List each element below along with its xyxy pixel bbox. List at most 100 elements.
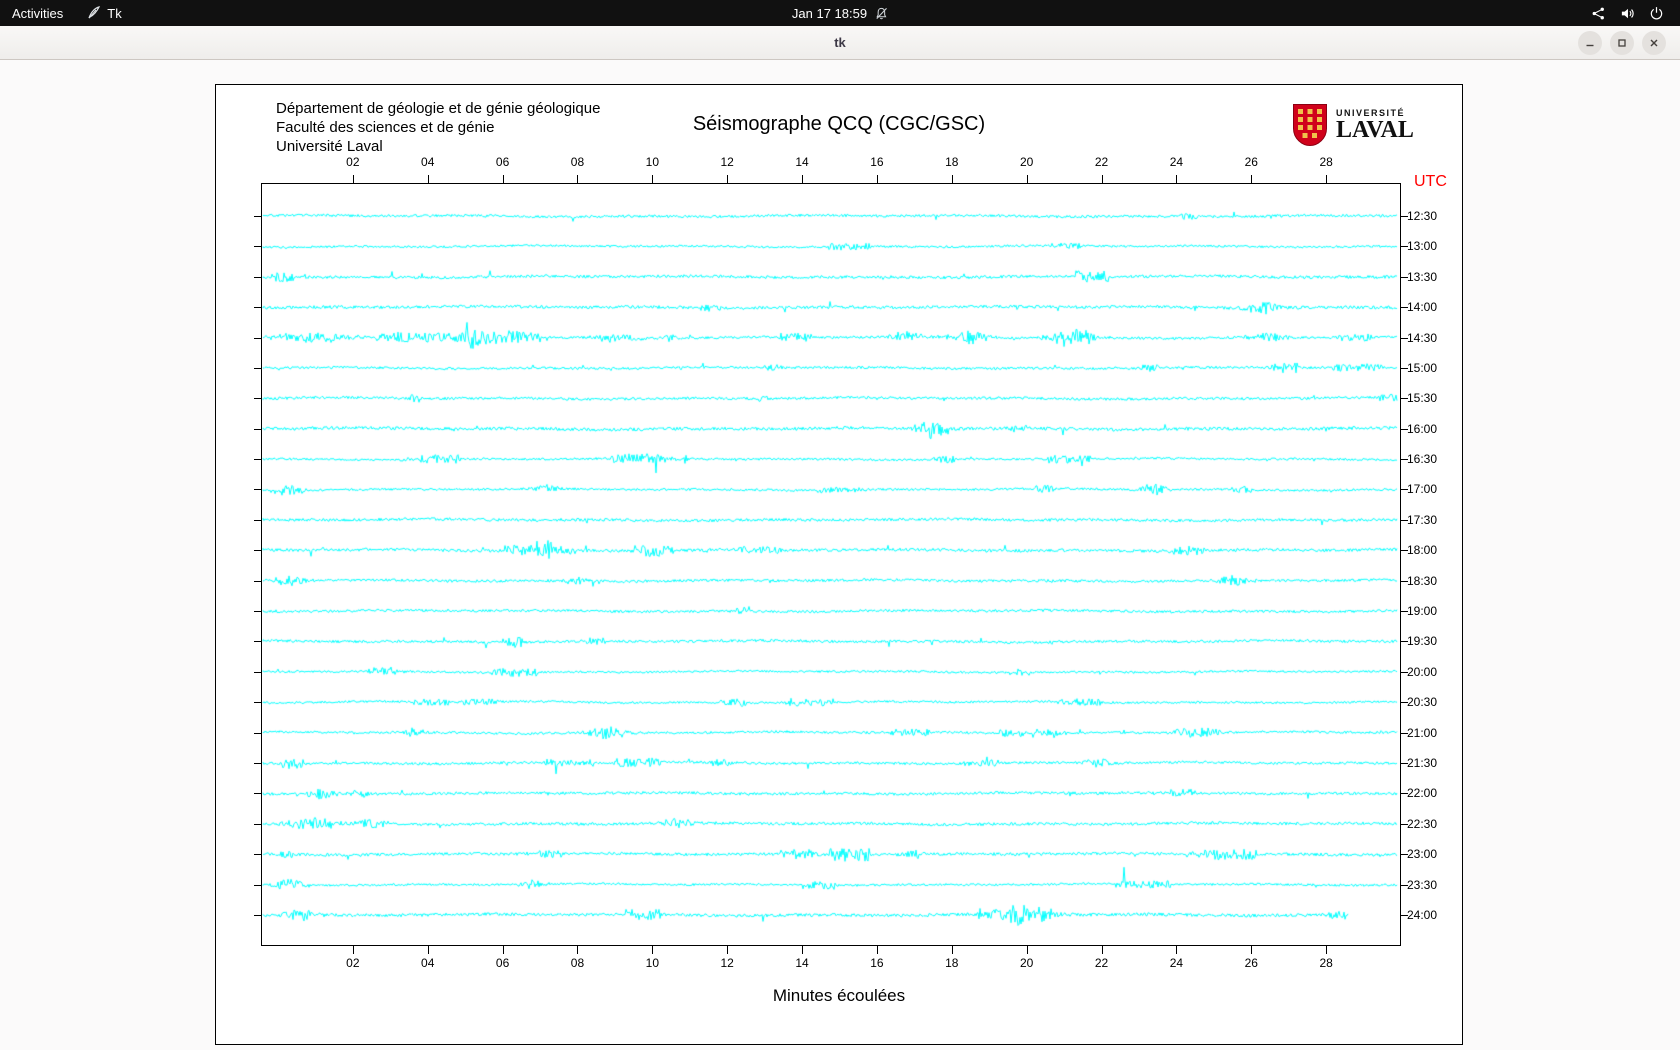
utc-axis-label: UTC bbox=[1414, 173, 1447, 190]
trace-tick-right bbox=[1401, 367, 1408, 369]
utc-time-label: 13:00 bbox=[1407, 239, 1438, 254]
trace-tick-right bbox=[1401, 762, 1408, 764]
focused-app-menu[interactable]: Tk bbox=[75, 0, 133, 26]
x-axis-tick-label-top: 26 bbox=[1244, 155, 1258, 169]
x-axis-tick-label-bottom: 18 bbox=[945, 956, 959, 970]
clock-label: Jan 17 18:59 bbox=[791, 5, 868, 21]
utc-time-label: 16:00 bbox=[1407, 421, 1438, 436]
x-axis-tick-top bbox=[876, 175, 878, 183]
utc-time-label: 17:30 bbox=[1407, 512, 1438, 527]
x-axis-tick-label-bottom: 06 bbox=[495, 956, 510, 970]
trace-tick-left bbox=[254, 519, 261, 521]
activities-button[interactable]: Activities bbox=[0, 0, 75, 26]
x-axis-tick-top bbox=[727, 175, 729, 183]
trace-tick-right bbox=[1401, 337, 1408, 339]
x-axis-tick-top bbox=[577, 175, 579, 183]
utc-time-label: 14:00 bbox=[1407, 300, 1438, 315]
trace-tick-left bbox=[254, 762, 261, 764]
x-axis-tick-label-bottom: 28 bbox=[1319, 956, 1333, 970]
utc-time-label: 20:30 bbox=[1407, 695, 1438, 710]
utc-time-label: 22:00 bbox=[1407, 786, 1438, 801]
x-axis-title: Minutes écoulées bbox=[772, 986, 906, 1005]
window-title: tk bbox=[834, 35, 846, 50]
x-axis-tick-top bbox=[1251, 175, 1253, 183]
x-axis-tick-bottom bbox=[502, 946, 504, 954]
close-button[interactable] bbox=[1642, 31, 1666, 55]
utc-time-label: 21:00 bbox=[1407, 725, 1438, 740]
trace-tick-right bbox=[1401, 216, 1408, 217]
x-axis-tick-label-top: 02 bbox=[346, 155, 360, 169]
x-axis-tick-label-top: 06 bbox=[495, 155, 510, 169]
utc-time-label: 17:00 bbox=[1407, 482, 1438, 497]
x-axis-tick-bottom bbox=[1251, 946, 1253, 954]
trace-tick-right bbox=[1401, 307, 1408, 309]
x-axis-tick-label-top: 18 bbox=[945, 155, 959, 169]
x-axis-tick-bottom bbox=[876, 946, 878, 954]
trace-tick-left bbox=[254, 914, 261, 916]
trace-tick-right bbox=[1401, 459, 1408, 461]
utc-time-label: 23:00 bbox=[1407, 847, 1438, 862]
trace-tick-left bbox=[254, 580, 261, 582]
x-axis-tick-label-top: 28 bbox=[1319, 155, 1333, 169]
x-axis-tick-label-top: 08 bbox=[570, 155, 585, 169]
laval-shield-icon bbox=[1293, 104, 1327, 147]
x-axis-tick-top bbox=[652, 175, 654, 183]
trace-tick-right bbox=[1401, 428, 1408, 430]
trace-tick-right bbox=[1401, 823, 1408, 825]
utc-time-label: 19:30 bbox=[1407, 634, 1438, 649]
trace-tick-left bbox=[254, 307, 261, 309]
x-axis-tick-label-top: 04 bbox=[421, 155, 435, 169]
trace-tick-left bbox=[254, 823, 261, 825]
x-axis-tick-top bbox=[502, 175, 504, 183]
laval-wordmark-bottom: LAVAL bbox=[1336, 117, 1414, 143]
x-axis-tick-bottom bbox=[951, 946, 953, 954]
x-axis-tick-bottom bbox=[1326, 946, 1328, 954]
x-axis-tick-top bbox=[352, 175, 354, 183]
volume-icon bbox=[1620, 6, 1635, 21]
maximize-icon bbox=[1618, 39, 1626, 47]
trace-tick-right bbox=[1401, 519, 1408, 521]
x-axis-tick-label-top: 20 bbox=[1019, 155, 1034, 169]
x-axis-tick-label-top: 22 bbox=[1094, 155, 1109, 169]
trace-tick-left bbox=[254, 702, 261, 704]
x-axis-tick-bottom bbox=[652, 946, 654, 954]
power-icon bbox=[1649, 6, 1664, 21]
minimize-button[interactable] bbox=[1578, 31, 1602, 55]
system-status-area[interactable] bbox=[1581, 0, 1674, 26]
utc-time-label: 18:30 bbox=[1407, 573, 1438, 588]
utc-time-label: 15:00 bbox=[1407, 360, 1438, 375]
trace-tick-right bbox=[1401, 732, 1408, 734]
trace-tick-left bbox=[254, 398, 261, 400]
helicorder-traces bbox=[261, 183, 1401, 946]
utc-time-label: 16:30 bbox=[1407, 452, 1438, 467]
x-axis-tick-bottom bbox=[577, 946, 579, 954]
trace-tick-left bbox=[254, 428, 261, 430]
trace-tick-right bbox=[1401, 489, 1408, 491]
utc-time-label: 15:30 bbox=[1407, 391, 1438, 406]
close-icon bbox=[1650, 39, 1658, 47]
x-axis-tick-label-bottom: 02 bbox=[346, 956, 360, 970]
trace-tick-right bbox=[1401, 793, 1408, 795]
x-axis-tick-label-top: 24 bbox=[1169, 155, 1184, 169]
x-axis-tick-bottom bbox=[352, 946, 354, 954]
utc-time-label: 13:30 bbox=[1407, 269, 1438, 284]
x-axis-tick-top bbox=[951, 175, 953, 183]
x-axis-tick-bottom bbox=[1176, 946, 1178, 954]
clock-menu[interactable]: Jan 17 18:59 bbox=[792, 0, 888, 26]
window-titlebar[interactable]: tk bbox=[0, 26, 1680, 60]
utc-time-label: 14:30 bbox=[1407, 330, 1438, 345]
trace-tick-left bbox=[254, 884, 261, 886]
gnome-top-bar: Activities Tk Jan 17 18:59 bbox=[0, 0, 1680, 26]
x-axis-tick-top bbox=[1326, 175, 1328, 183]
utc-time-label: 21:30 bbox=[1407, 755, 1438, 770]
trace-tick-right bbox=[1401, 550, 1408, 552]
trace-tick-left bbox=[254, 611, 261, 613]
x-axis-tick-top bbox=[1026, 175, 1028, 183]
trace-tick-left bbox=[254, 459, 261, 461]
x-axis-tick-bottom bbox=[1026, 946, 1028, 954]
x-axis-tick-top bbox=[1101, 175, 1103, 183]
maximize-button[interactable] bbox=[1610, 31, 1634, 55]
trace-tick-left bbox=[254, 276, 261, 278]
trace-tick-left bbox=[254, 367, 261, 369]
trace-tick-right bbox=[1401, 398, 1408, 400]
